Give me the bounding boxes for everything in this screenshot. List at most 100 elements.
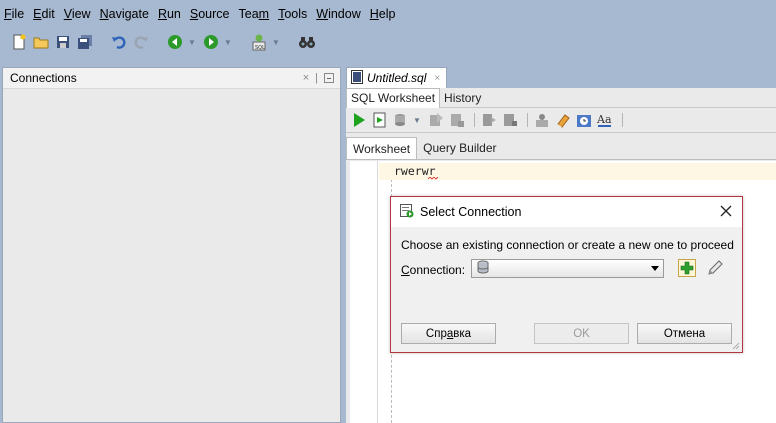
menu-tools[interactable]: Tools [278, 7, 307, 21]
autotrace-plan-icon[interactable] [501, 111, 519, 129]
dialog-message: Choose an existing connection or create … [401, 238, 734, 252]
cancel-button[interactable]: Отмена [637, 323, 732, 344]
tab-worksheet[interactable]: Worksheet [346, 137, 418, 159]
forward-dropdown-icon[interactable]: ▼ [224, 38, 232, 47]
worksheet-tab-bar: Worksheet Query Builder [346, 136, 776, 160]
menu-navigate-mnemonic: N [99, 7, 109, 21]
run-statement-icon[interactable] [350, 111, 368, 129]
database-icon [476, 260, 490, 277]
chevron-down-icon[interactable] [651, 266, 659, 271]
menu-source-mnemonic: S [189, 7, 199, 21]
menu-navigate-rest: avigate [108, 7, 149, 21]
pencil-icon [708, 260, 723, 275]
autotrace-icon[interactable] [392, 111, 410, 129]
connection-label-mnemonic: C [401, 263, 410, 277]
connection-label-rest: onnection: [409, 263, 466, 277]
binoculars-icon[interactable] [298, 33, 316, 51]
menu-navigate[interactable]: Navigate [100, 7, 149, 21]
tab-sql-worksheet[interactable]: SQL Worksheet [346, 87, 441, 108]
menu-help-mnemonic: H [369, 7, 379, 21]
connections-panel-controls: × | [303, 72, 334, 84]
tab-close-icon[interactable]: × [434, 73, 440, 84]
minimize-icon[interactable] [324, 73, 334, 83]
connections-panel: Connections × | [2, 67, 341, 423]
dialog-title-bar: Select Connection [391, 197, 742, 227]
tab-query-builder[interactable]: Query Builder [417, 137, 502, 159]
help-button[interactable]: Спр а вка [401, 323, 496, 344]
commit-icon[interactable] [427, 111, 445, 129]
menu-run-mnemonic: R [157, 7, 167, 21]
menu-window[interactable]: Window [316, 7, 360, 21]
back-icon[interactable] [166, 33, 184, 51]
menu-view[interactable]: View [64, 7, 91, 21]
worksheet-toolbar: ▼ Aa [346, 108, 776, 133]
menu-help[interactable]: Help [370, 7, 396, 21]
edit-connection-button[interactable] [706, 259, 724, 277]
sql-connection-icon[interactable]: SQL [250, 33, 268, 51]
menu-source[interactable]: Source [190, 7, 230, 21]
new-file-icon[interactable] [10, 33, 28, 51]
select-connection-dialog: Select Connection Choose an existing con… [390, 196, 743, 353]
menu-bar: File Edit View Navigate Run Source Team … [0, 0, 776, 28]
dialog-title: Select Connection [420, 205, 522, 219]
dialog-close-icon[interactable] [719, 204, 733, 218]
toolbar-divider [473, 113, 475, 127]
open-folder-icon[interactable] [32, 33, 50, 51]
menu-edit-mnemonic: E [33, 7, 42, 21]
history-icon[interactable] [575, 111, 593, 129]
toolbar-divider [526, 113, 528, 127]
run-script-icon[interactable] [371, 111, 389, 129]
spelling-squiggle [428, 177, 438, 180]
format-case-icon[interactable]: Aa [596, 111, 614, 129]
current-line-highlight [379, 163, 776, 180]
connections-panel-header: Connections × | [3, 68, 340, 89]
menu-file-mnemonic: F [4, 7, 12, 21]
menu-tools-rest: ools [284, 7, 308, 21]
close-icon[interactable]: × [303, 72, 309, 84]
document-tab-untitled[interactable]: Untitled.sql × [346, 67, 448, 88]
help-button-pre: Спр [425, 327, 447, 340]
autotrace-dropdown-icon[interactable]: ▼ [413, 116, 421, 125]
svg-text:Aa: Aa [596, 113, 612, 126]
tab-history[interactable]: History [440, 88, 485, 108]
rollback-icon[interactable] [448, 111, 466, 129]
connections-panel-title: Connections [10, 71, 77, 85]
sql-tuning-icon[interactable] [533, 111, 551, 129]
back-dropdown-icon[interactable]: ▼ [188, 38, 196, 47]
menu-edit-rest: dit [41, 7, 55, 21]
menu-run[interactable]: Run [158, 7, 181, 21]
forward-icon[interactable] [202, 33, 220, 51]
menu-file-rest: ile [11, 7, 25, 21]
code-line[interactable]: rwerwr [394, 164, 436, 178]
menu-edit[interactable]: Edit [33, 7, 55, 21]
menu-team-pre: Tea [238, 7, 259, 21]
plus-icon [680, 261, 694, 275]
menu-team-mnemonic: m [258, 7, 270, 21]
menu-team[interactable]: Team [239, 7, 270, 21]
menu-help-rest: elp [378, 7, 396, 21]
connection-select[interactable] [471, 259, 664, 278]
resize-grip-icon[interactable] [732, 342, 740, 350]
ok-button[interactable]: OK [534, 323, 629, 344]
menu-run-rest: un [166, 7, 181, 21]
svg-text:SQL: SQL [255, 45, 265, 51]
save-icon[interactable] [54, 33, 72, 51]
save-all-icon[interactable] [76, 33, 94, 51]
toolbar-divider [621, 113, 623, 127]
editor-gutter [350, 161, 378, 423]
sql-dropdown-icon[interactable]: ▼ [272, 38, 280, 47]
redo-icon[interactable] [132, 33, 150, 51]
connection-label: Connection: [401, 263, 465, 277]
main-toolbar: ▼ ▼ SQL ▼ [0, 29, 776, 55]
explain-plan-icon[interactable] [480, 111, 498, 129]
menu-window-mnemonic: W [316, 7, 329, 21]
sql-file-icon [351, 69, 363, 87]
menu-view-rest: iew [71, 7, 91, 21]
help-button-post: вка [453, 327, 472, 340]
add-connection-button[interactable] [678, 259, 696, 277]
document-tab-label: Untitled.sql [367, 71, 427, 85]
eraser-icon[interactable] [554, 111, 572, 129]
undo-icon[interactable] [110, 33, 128, 51]
menu-file[interactable]: File [4, 7, 24, 21]
document-tab-bar: Untitled.sql × [346, 67, 776, 88]
